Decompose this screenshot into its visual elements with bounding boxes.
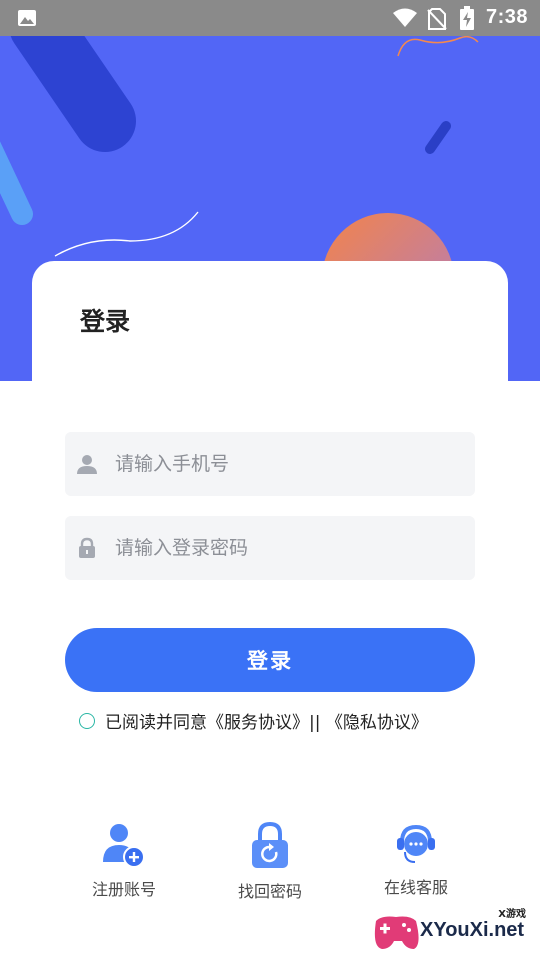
page-title: 登录 xyxy=(80,307,131,336)
watermark-small-text: X游戏 xyxy=(498,909,526,920)
battery-charging-icon xyxy=(460,6,474,30)
agree-radio[interactable] xyxy=(79,712,95,729)
service-label: 在线客服 xyxy=(383,878,448,897)
recover-password-button[interactable]: 找回密码 xyxy=(210,822,330,902)
gallery-icon xyxy=(18,10,36,26)
add-user-icon xyxy=(103,824,145,868)
password-input[interactable] xyxy=(115,537,475,559)
register-account-button[interactable]: 注册账号 xyxy=(64,822,184,900)
watermark: X游戏 XYouXi.net xyxy=(368,903,540,960)
phone-field[interactable] xyxy=(65,432,475,496)
user-icon xyxy=(77,455,97,474)
register-label: 注册账号 xyxy=(91,880,156,899)
wifi-icon xyxy=(393,8,417,27)
watermark-brand-text: XYouXi.net xyxy=(420,919,525,941)
password-field[interactable] xyxy=(65,516,475,580)
agreement-text[interactable]: 已阅读并同意《服务协议》|| 《隐私协议》 xyxy=(105,708,428,733)
lock-icon xyxy=(79,537,95,558)
customer-service-icon xyxy=(397,824,435,863)
recover-label: 找回密码 xyxy=(237,882,302,901)
gamepad-logo-icon xyxy=(374,916,419,949)
status-time: 7:38 xyxy=(486,6,529,28)
lock-refresh-icon xyxy=(252,822,288,868)
no-sim-icon xyxy=(427,8,447,30)
phone-input[interactable] xyxy=(115,453,475,475)
agreement-row: 已阅读并同意《服务协议》|| 《隐私协议》 xyxy=(79,708,428,733)
status-bar: 7:38 xyxy=(0,0,540,36)
online-service-button[interactable]: 在线客服 xyxy=(356,822,476,898)
login-button[interactable]: 登录 xyxy=(65,628,475,692)
